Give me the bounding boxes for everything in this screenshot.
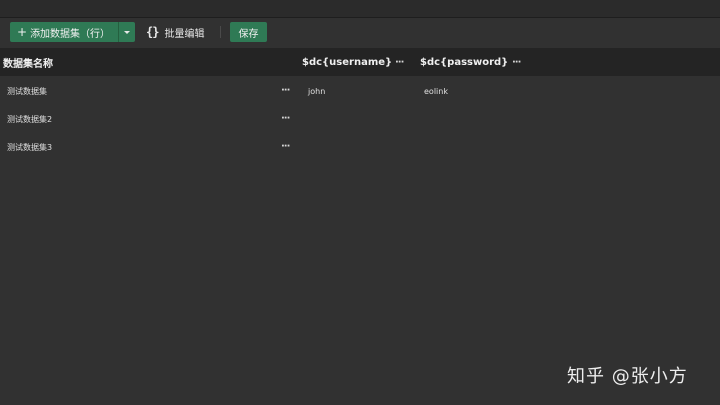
- add-dataset-main[interactable]: + 添加数据集（行）: [10, 22, 118, 42]
- row-more-icon[interactable]: ···: [281, 142, 290, 152]
- batch-edit-label: 批量编辑: [164, 28, 205, 40]
- row-more-icon[interactable]: ···: [281, 114, 290, 124]
- column-password-more-icon[interactable]: ···: [512, 58, 521, 68]
- column-header-password: $dc{password}: [420, 56, 509, 68]
- top-strip: [0, 0, 720, 18]
- plus-icon: +: [17, 25, 28, 39]
- column-header-username: $dc{username}: [302, 56, 393, 68]
- add-dataset-dropdown[interactable]: [118, 22, 135, 42]
- table-row[interactable]: 测试数据集2 ···: [0, 105, 720, 133]
- username-cell[interactable]: john: [308, 77, 325, 105]
- dataset-name-cell: 测试数据集2: [7, 114, 53, 124]
- braces-icon: {}: [146, 25, 159, 39]
- dataset-name-cell: 测试数据集3: [7, 142, 53, 152]
- add-dataset-label: 添加数据集（行）: [30, 28, 111, 40]
- dataset-name-cell: 测试数据集: [7, 86, 47, 96]
- row-more-icon[interactable]: ···: [281, 86, 290, 96]
- batch-edit-button[interactable]: {} 批量编辑: [146, 22, 204, 42]
- watermark: 知乎 @张小方: [567, 366, 688, 387]
- table-header: 数据集名称 $dc{username} ··· $dc{password} ··…: [0, 48, 720, 76]
- column-username-more-icon[interactable]: ···: [395, 58, 404, 68]
- table-row[interactable]: 测试数据集3 ···: [0, 133, 720, 161]
- caret-down-icon: [124, 30, 130, 34]
- save-button[interactable]: 保存: [230, 22, 267, 42]
- add-dataset-row-button[interactable]: + 添加数据集（行）: [10, 22, 135, 42]
- toolbar-divider: [220, 26, 221, 38]
- password-cell[interactable]: eolink: [424, 77, 448, 105]
- dataset-editor: + 添加数据集（行） {} 批量编辑 保存 数据集名称 $dc{username…: [0, 0, 720, 405]
- toolbar: + 添加数据集（行） {} 批量编辑 保存: [0, 18, 720, 46]
- column-header-name: 数据集名称: [3, 58, 53, 70]
- table-row[interactable]: 测试数据集 ··· john eolink: [0, 77, 720, 105]
